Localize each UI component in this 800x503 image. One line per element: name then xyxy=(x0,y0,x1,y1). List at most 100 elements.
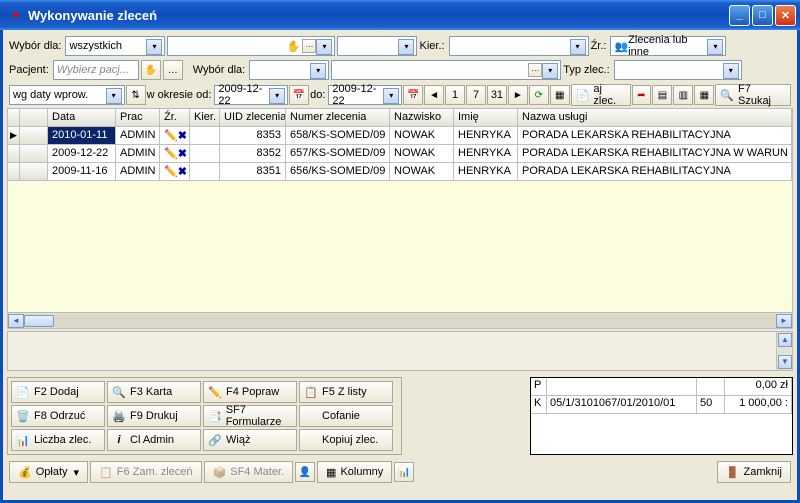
filter-combo-3[interactable] xyxy=(337,36,417,56)
date-to-input[interactable]: 2009-12-22 xyxy=(328,85,402,105)
grid-header-prac[interactable]: Prac xyxy=(116,109,160,127)
tool-button-3[interactable]: ▦ xyxy=(694,85,714,105)
liczba-zlec-button[interactable]: 📊Liczba zlec. xyxy=(11,429,105,451)
hscroll-thumb[interactable] xyxy=(24,315,54,327)
calendar-to-button[interactable]: 📅 xyxy=(403,85,423,105)
cell-uid: 8351 xyxy=(220,163,286,181)
zamknij-label: Zamknij xyxy=(743,466,782,478)
vscroll-down[interactable]: ▼ xyxy=(778,355,792,369)
tool-button-2[interactable]: ▥ xyxy=(673,85,693,105)
grid-header-kier[interactable]: Kier. xyxy=(190,109,220,127)
kolumny-label: Kolumny xyxy=(340,466,383,478)
nav-prev-button[interactable]: ◄ xyxy=(424,85,444,105)
grid-config-button[interactable]: ▦ xyxy=(550,85,570,105)
kopiuj-zlec-button[interactable]: Kopiuj zlec. xyxy=(299,429,393,451)
exit-icon: 🚪 xyxy=(726,466,740,479)
f2-dodaj-button[interactable]: 📄F2 Dodaj xyxy=(11,381,105,403)
hand-icon: ✋ xyxy=(287,40,301,53)
nav-day7-button[interactable]: 7 xyxy=(466,85,486,105)
vscroll-up[interactable]: ▲ xyxy=(778,333,792,347)
grid-header-usluga[interactable]: Nazwa usługi xyxy=(518,109,792,127)
lock-icon: 📋 xyxy=(99,466,113,479)
cell-numer: 656/KS-SOMED/09 xyxy=(286,163,390,181)
zamknij-button[interactable]: 🚪Zamknij xyxy=(717,461,791,483)
refresh-button[interactable]: ⟳ xyxy=(529,85,549,105)
form-icon: 📑 xyxy=(208,409,222,423)
wybor-dla2-combo[interactable] xyxy=(249,60,329,80)
oplaty-button[interactable]: 💰Opłaty▾ xyxy=(9,461,88,483)
edit-icon: ✏️ xyxy=(208,385,222,399)
cell-prac: ADMIN xyxy=(116,163,160,181)
sort-combo[interactable]: wg daty wprow. xyxy=(9,85,125,105)
detail-vscroll[interactable]: ▲ ▼ xyxy=(776,332,792,370)
filter-combo-2[interactable]: ✋ … xyxy=(167,36,335,56)
cofanie-button[interactable]: Cofanie xyxy=(299,405,393,427)
people-icon: 👥 xyxy=(614,40,628,53)
table-row[interactable]: 2009-11-16ADMIN✏️✖8351656/KS-SOMED/09NOW… xyxy=(8,163,792,181)
wybor-dla-combo[interactable]: wszystkich xyxy=(65,36,165,56)
export-button[interactable]: ➦ xyxy=(632,85,652,105)
sort-toggle-button[interactable]: ⇅ xyxy=(126,85,146,105)
aj-zlec-button[interactable]: 📄aj zlec. xyxy=(571,84,631,106)
cell-kier xyxy=(190,163,220,181)
extra-tool-button[interactable]: 📊 xyxy=(394,462,414,482)
minimize-button[interactable]: _ xyxy=(729,5,750,26)
wiaz-button[interactable]: 🔗Wiąż xyxy=(203,429,297,451)
oplaty-label: Opłaty xyxy=(36,466,68,478)
row-indicator: ▶ xyxy=(8,127,20,145)
nav-day1-button[interactable]: 1 xyxy=(445,85,465,105)
grid-header-numer[interactable]: Numer zlecenia xyxy=(286,109,390,127)
pacjent-hand-button[interactable]: ✋ xyxy=(141,60,161,80)
grid-hscroll[interactable]: ◄ ► xyxy=(7,313,793,329)
f3-karta-button[interactable]: 🔍F3 Karta xyxy=(107,381,201,403)
filter-combo-6[interactable]: … xyxy=(331,60,561,80)
grid-header-imie[interactable]: Imię xyxy=(454,109,518,127)
okres-od-label: w okresie od: xyxy=(147,89,212,101)
cell-imie: HENRYKA xyxy=(454,163,518,181)
grid-header-nazwisko[interactable]: Nazwisko xyxy=(390,109,454,127)
sum-r2-c1: K xyxy=(531,396,547,413)
add-person-button[interactable]: 👤 xyxy=(295,462,315,482)
hscroll-right[interactable]: ► xyxy=(776,314,792,328)
hscroll-track[interactable] xyxy=(24,314,776,328)
f9-drukuj-button[interactable]: 🖨️F9 Drukuj xyxy=(107,405,201,427)
f7-szukaj-button[interactable]: 🔍F7 Szukaj xyxy=(715,84,791,106)
hscroll-left[interactable]: ◄ xyxy=(8,314,24,328)
grid-header-zr[interactable]: Źr. xyxy=(160,109,190,127)
cell-uid: 8353 xyxy=(220,127,286,145)
grid-header-uid[interactable]: UID zlecenia xyxy=(220,109,286,127)
kier-combo[interactable] xyxy=(449,36,589,56)
pacjent-ellipsis-button[interactable]: … xyxy=(163,60,183,80)
calendar-from-button[interactable]: 📅 xyxy=(289,85,309,105)
ellipsis-icon[interactable]: … xyxy=(528,63,542,77)
f5-z-listy-button[interactable]: 📋F5 Z listy xyxy=(299,381,393,403)
zr-combo[interactable]: 👥Zlecenia lub inne xyxy=(610,36,726,56)
typ-zlec-combo[interactable] xyxy=(614,60,742,80)
nav-next-button[interactable]: ► xyxy=(508,85,528,105)
orders-grid[interactable]: Data Prac Źr. Kier. UID zlecenia Numer z… xyxy=(7,108,793,313)
close-button[interactable]: ✕ xyxy=(775,5,796,26)
sf7-form-label: SF7 Formularze xyxy=(226,404,292,428)
grid-header-blank[interactable] xyxy=(20,109,48,127)
pacjent-placeholder: Wybierz pacj... xyxy=(57,64,129,76)
sf4-mater-button[interactable]: 📦SF4 Mater. xyxy=(204,461,294,483)
table-row[interactable]: ▶2010-01-11ADMIN✏️✖8353658/KS-SOMED/09NO… xyxy=(8,127,792,145)
tool-button-1[interactable]: ▤ xyxy=(652,85,672,105)
ellipsis-icon[interactable]: … xyxy=(302,39,316,53)
maximize-button[interactable]: □ xyxy=(752,5,773,26)
table-row[interactable]: 2009-12-22ADMIN✏️✖8352657/KS-SOMED/09NOW… xyxy=(8,145,792,163)
date-from-input[interactable]: 2009-12-22 xyxy=(214,85,288,105)
f9-drukuj-label: F9 Drukuj xyxy=(130,410,178,422)
pacjent-input[interactable]: Wybierz pacj... xyxy=(53,60,139,80)
kolumny-button[interactable]: ▦Kolumny xyxy=(317,461,392,483)
cl-admin-button[interactable]: iCl Admin xyxy=(107,429,201,451)
row-indicator xyxy=(8,145,20,163)
f6-zam-button[interactable]: 📋F6 Zam. zleceń xyxy=(90,461,202,483)
f4-popraw-button[interactable]: ✏️F4 Popraw xyxy=(203,381,297,403)
sf7-form-button[interactable]: 📑 SF7 Formularze xyxy=(203,405,297,427)
cell-numer: 657/KS-SOMED/09 xyxy=(286,145,390,163)
list-icon: 📋 xyxy=(304,385,318,399)
nav-day31-button[interactable]: 31 xyxy=(487,85,507,105)
grid-header-data[interactable]: Data xyxy=(48,109,116,127)
f8-odrzuc-button[interactable]: 🗑️F8 Odrzuć xyxy=(11,405,105,427)
